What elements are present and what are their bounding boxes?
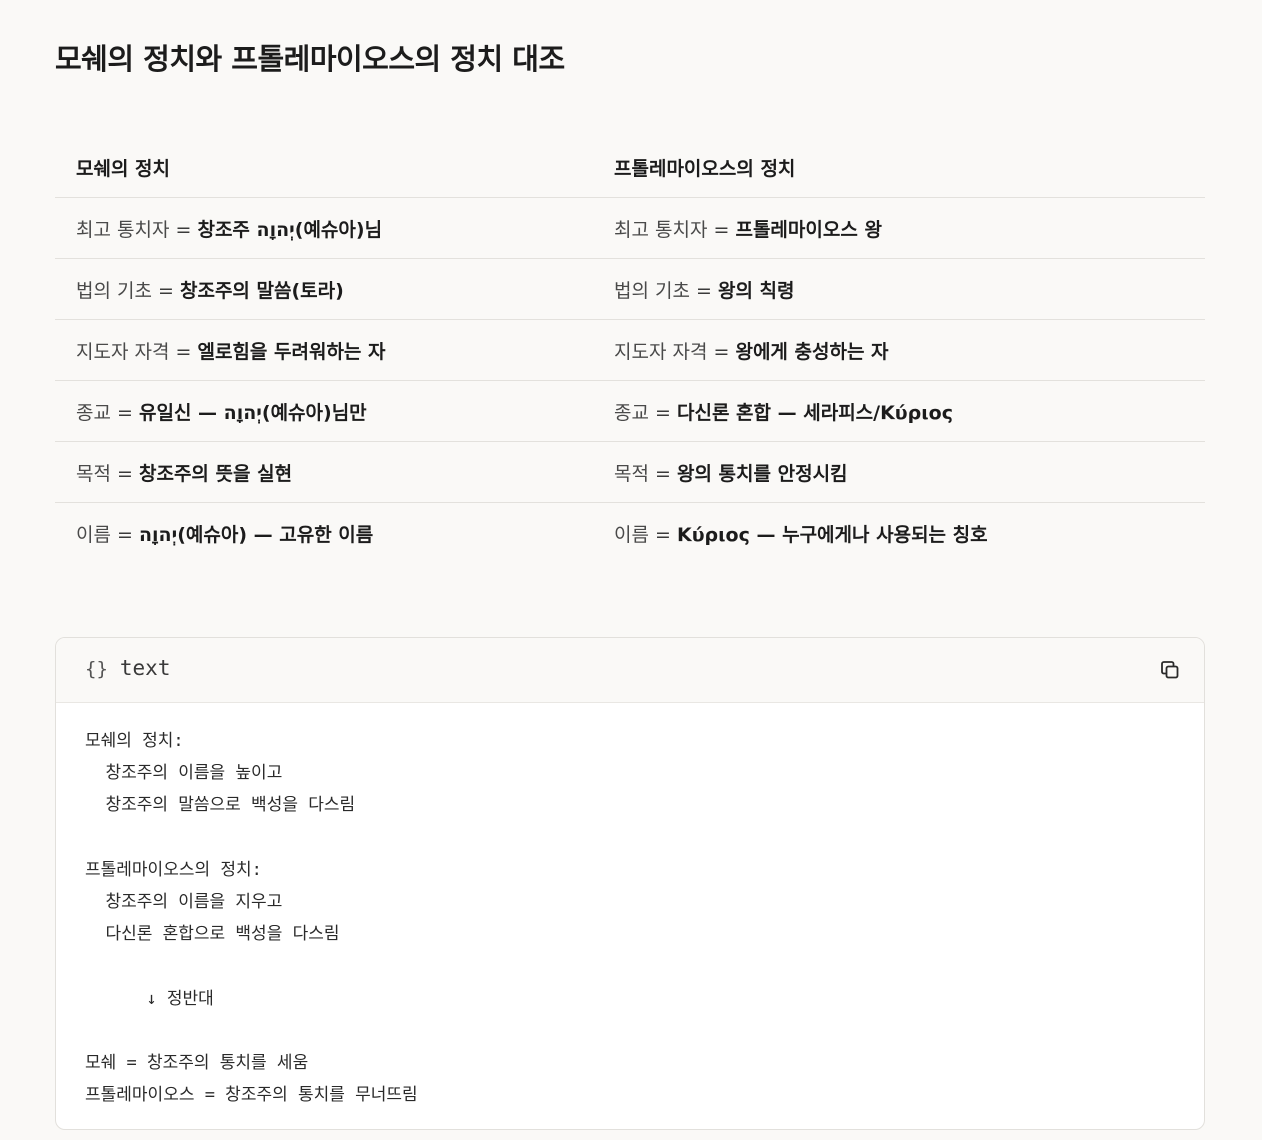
cell-value: 다신론 혼합 — 세라피스/Κύριος [676,401,953,424]
cell-label: 목적 [76,462,111,485]
cell-moses: 법의 기초 = 창조주의 말씀(토라) [55,258,593,320]
cell-moses: 최고 통치자 = 창조주 יְהוָה(예슈아)님 [55,197,593,259]
cell-label: 법의 기초 [614,279,690,302]
cell-ptolemy: 종교 = 다신론 혼합 — 세라피스/Κύριος [593,380,1205,442]
cell-eq: = [117,401,133,424]
code-block-header: {} text [56,638,1204,703]
cell-moses: 종교 = 유일신 — יְהוָה(예슈아)님만 [55,380,593,442]
table-row: 목적 = 창조주의 뜻을 실현 목적 = 왕의 통치를 안정시킴 [55,441,1205,503]
table-row: 이름 = יְהוָה(예슈아) — 고유한 이름 이름 = Κύριος — 누… [55,503,1205,564]
cell-label: 목적 [614,462,649,485]
code-language: text [119,656,171,680]
code-line: 모쉐의 정치: [85,731,184,751]
cell-eq: = [655,523,671,546]
cell-label: 종교 [76,401,111,424]
cell-value: 왕의 통치를 안정시킴 [676,462,848,485]
cell-moses: 이름 = יְהוָה(예슈아) — 고유한 이름 [55,503,593,564]
cell-ptolemy: 최고 통치자 = 프톨레마이오스 왕 [593,197,1205,259]
cell-value: 유일신 — יְהוָה(예슈아)님만 [138,401,367,424]
cell-label: 지도자 자격 [76,340,170,363]
cell-value: 창조주의 뜻을 실현 [138,462,293,485]
cell-label: 최고 통치자 [614,218,708,241]
cell-label: 최고 통치자 [76,218,170,241]
page-title: 모쉐의 정치와 프톨레마이오스의 정치 대조 [55,42,565,76]
cell-value: יְהוָה(예슈아) — 고유한 이름 [138,523,374,546]
cell-eq: = [713,340,730,363]
cell-value: 창조주의 말씀(토라) [179,279,344,302]
cell-eq: = [175,340,192,363]
cell-ptolemy: 목적 = 왕의 통치를 안정시킴 [593,441,1205,503]
cell-value: 프톨레마이오스 왕 [735,218,882,241]
cell-ptolemy: 이름 = Κύριος — 누구에게나 사용되는 칭호 [593,503,1205,564]
cell-eq: = [117,462,133,485]
column-header-ptolemy: 프톨레마이오스의 정치 [593,137,1205,198]
code-line: 모쉐 = 창조주의 통치를 세움 [85,1052,309,1073]
code-line: 창조주의 말씀으로 백성을 다스림 [85,795,356,816]
code-line: 프톨레마이오스 = 창조주의 통치를 무너뜨림 [85,1085,418,1106]
cell-label: 이름 [76,523,111,546]
code-language-label: {} text [85,656,170,680]
code-content: 모쉐의 정치: 창조주의 이름을 높이고 창조주의 말씀으로 백성을 다스림프톨… [56,703,1204,1111]
cell-value: 왕의 칙령 [717,279,795,302]
cell-label: 이름 [614,523,649,546]
cell-label: 법의 기초 [76,279,152,302]
cell-ptolemy: 지도자 자격 = 왕에게 충성하는 자 [593,319,1205,381]
code-block: {} text 모쉐의 정치: 창조주의 이름을 높이고 창조주의 말씀으로 백성… [55,637,1205,1130]
cell-value: 왕에게 충성하는 자 [735,340,889,363]
comparison-table: 모쉐의 정치 프톨레마이오스의 정치 최고 통치자 = 창조주 יְהוָה(예… [55,137,1205,563]
cell-value: Κύριος — 누구에게나 사용되는 칭호 [676,523,988,546]
cell-moses: 목적 = 창조주의 뜻을 실현 [55,441,593,503]
cell-eq: = [117,523,133,546]
cell-ptolemy: 법의 기초 = 왕의 칙령 [593,258,1205,320]
table-row: 종교 = 유일신 — יְהוָה(예슈아)님만 종교 = 다신론 혼합 — 세라… [55,380,1205,442]
cell-eq: = [158,279,174,302]
cell-value: 엘로힘을 두려워하는 자 [197,340,386,363]
cell-moses: 지도자 자격 = 엘로힘을 두려워하는 자 [55,319,593,381]
cell-eq: = [696,279,712,302]
copy-icon [1161,661,1179,679]
cell-eq: = [655,401,671,424]
code-line: 창조주의 이름을 높이고 [85,763,283,784]
code-line: 다신론 혼합으로 백성을 다스림 [85,924,340,945]
table-row: 지도자 자격 = 엘로힘을 두려워하는 자 지도자 자격 = 왕에게 충성하는 자 [55,319,1205,381]
copy-button[interactable] [1158,658,1182,682]
table-header-row: 모쉐의 정치 프톨레마이오스의 정치 [55,137,1205,198]
cell-eq: = [713,218,730,241]
code-line: ↓ 정반대 [85,988,214,1009]
cell-label: 종교 [614,401,649,424]
column-header-moses: 모쉐의 정치 [55,137,593,198]
table-row: 법의 기초 = 창조주의 말씀(토라) 법의 기초 = 왕의 칙령 [55,258,1205,320]
cell-label: 지도자 자격 [614,340,708,363]
cell-value: 창조주 יְהוָה(예슈아)님 [197,218,383,241]
table-row: 최고 통치자 = 창조주 יְהוָה(예슈아)님 최고 통치자 = 프톨레마이오… [55,197,1205,259]
code-line: 창조주의 이름을 지우고 [85,891,283,912]
braces-icon: {} [85,658,108,680]
cell-eq: = [655,462,671,485]
code-line: 프톨레마이오스의 정치: [85,859,262,880]
cell-eq: = [175,218,192,241]
